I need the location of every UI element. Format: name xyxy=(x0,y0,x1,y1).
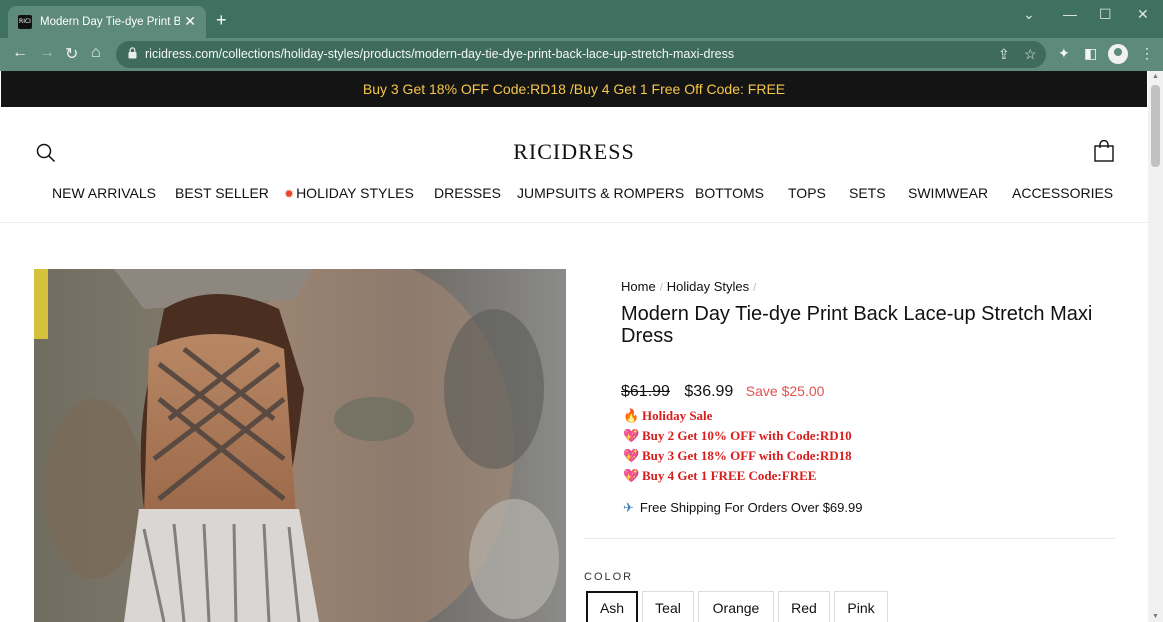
address-bar[interactable]: ricidress.com/collections/holiday-styles… xyxy=(116,41,1046,68)
heart-icon: 💖 xyxy=(623,429,640,444)
breadcrumb-home[interactable]: Home xyxy=(621,279,656,294)
sale-price: $36.99 xyxy=(684,383,734,400)
promo-line: 🔥 Holiday Sale xyxy=(623,408,712,424)
nav-bottoms[interactable]: BOTTOMS xyxy=(695,185,764,201)
browser-chrome: RICI Modern Day Tie-dye Print Back Lace-… xyxy=(0,0,1163,71)
original-price: $61.99 xyxy=(621,383,670,400)
close-window-icon[interactable]: ✕ xyxy=(1137,6,1149,23)
fire-icon: 🔥 xyxy=(623,409,640,424)
side-panel-icon[interactable]: ◧ xyxy=(1084,45,1097,62)
page-scrollbar[interactable]: ▲ ▼ xyxy=(1148,71,1163,622)
browser-tab[interactable]: RICI Modern Day Tie-dye Print Back Lace-… xyxy=(8,6,206,38)
announcement-text: Buy 3 Get 18% OFF Code:RD18 /Buy 4 Get 1… xyxy=(362,81,786,97)
reload-icon[interactable]: ↻ xyxy=(65,44,78,64)
promo-line: 💖 Buy 4 Get 1 FREE Code:FREE xyxy=(623,468,816,484)
share-icon[interactable]: ⇪ xyxy=(998,46,1010,63)
nav-jumpsuits-rompers[interactable]: JUMPSUITS & ROMPERS xyxy=(517,185,684,201)
maximize-icon[interactable]: ☐ xyxy=(1099,6,1112,23)
shipping-info: ✈ Free Shipping For Orders Over $69.99 xyxy=(623,500,862,516)
extensions-icon[interactable]: ✦ xyxy=(1058,45,1070,62)
promo-text: Buy 2 Get 10% OFF with Code:RD10 xyxy=(642,428,852,443)
product-title: Modern Day Tie-dye Print Back Lace-up St… xyxy=(621,303,1093,347)
announcement-bar: Buy 3 Get 18% OFF Code:RD18 /Buy 4 Get 1… xyxy=(1,71,1147,107)
profile-avatar[interactable] xyxy=(1108,44,1128,64)
promo-text: Buy 3 Get 18% OFF with Code:RD18 xyxy=(642,448,852,463)
star-icon: ✹ xyxy=(284,187,295,201)
breadcrumb-holiday-styles[interactable]: Holiday Styles xyxy=(667,279,749,294)
tab-title: Modern Day Tie-dye Print Back Lace-up St… xyxy=(40,16,180,28)
heart-icon: 💖 xyxy=(623,449,640,464)
close-tab-icon[interactable]: ✕ xyxy=(184,13,196,30)
divider xyxy=(584,538,1115,539)
site-logo[interactable]: RICIDRESS xyxy=(0,139,1148,165)
home-icon[interactable]: ⌂ xyxy=(91,44,101,62)
nav-holiday-styles[interactable]: ✹ HOLIDAY STYLES xyxy=(284,185,414,201)
browser-toolbar: ← → ↻ ⌂ ricidress.com/collections/holida… xyxy=(0,38,1163,71)
nav-accessories[interactable]: ACCESSORIES xyxy=(1012,185,1113,201)
minimize-icon[interactable]: — xyxy=(1063,6,1077,22)
lock-icon xyxy=(128,47,137,59)
promo-text: Buy 4 Get 1 FREE Code:FREE xyxy=(642,468,817,483)
promo-text: Holiday Sale xyxy=(642,408,713,423)
new-tab-icon[interactable]: + xyxy=(216,10,227,31)
menu-icon[interactable]: ⋮ xyxy=(1140,45,1154,62)
airplane-icon: ✈ xyxy=(623,500,634,515)
breadcrumb-separator: / xyxy=(753,282,757,294)
site-header: RICIDRESS NEW ARRIVALS BEST SELLER ✹ HOLI… xyxy=(0,107,1148,223)
nav-swimwear[interactable]: SWIMWEAR xyxy=(908,185,988,201)
scroll-down-icon[interactable]: ▼ xyxy=(1152,613,1159,620)
breadcrumb: Home / Holiday Styles / xyxy=(621,279,760,294)
heart-icon: 💖 xyxy=(623,469,640,484)
cart-icon[interactable] xyxy=(1094,140,1114,162)
shipping-text: Free Shipping For Orders Over $69.99 xyxy=(639,500,863,515)
color-option-teal[interactable]: Teal xyxy=(642,591,694,622)
color-option-red[interactable]: Red xyxy=(778,591,830,622)
url-text: ricidress.com/collections/holiday-styles… xyxy=(145,47,735,61)
product-image[interactable] xyxy=(34,269,566,622)
nav-dresses[interactable]: DRESSES xyxy=(434,185,501,201)
breadcrumb-separator: / xyxy=(659,282,663,294)
savings-text: Save $25.00 xyxy=(745,383,825,399)
price-row: $61.99 $36.99 Save $25.00 xyxy=(621,383,824,401)
nav-new-arrivals[interactable]: NEW ARRIVALS xyxy=(52,185,156,201)
color-label: COLOR xyxy=(584,571,634,583)
back-icon[interactable]: ← xyxy=(12,44,28,62)
scroll-up-icon[interactable]: ▲ xyxy=(1152,73,1159,80)
nav-sets[interactable]: SETS xyxy=(849,185,886,201)
color-option-ash[interactable]: Ash xyxy=(586,591,638,622)
bookmark-star-icon[interactable]: ☆ xyxy=(1024,46,1037,63)
page-viewport: Buy 3 Get 18% OFF Code:RD18 /Buy 4 Get 1… xyxy=(0,71,1148,622)
nav-best-seller[interactable]: BEST SELLER xyxy=(175,185,269,201)
color-option-pink[interactable]: Pink xyxy=(834,591,888,622)
scroll-thumb[interactable] xyxy=(1151,85,1160,167)
nav-tops[interactable]: TOPS xyxy=(788,185,826,201)
tab-strip: RICI Modern Day Tie-dye Print Back Lace-… xyxy=(0,0,1163,38)
main-nav: NEW ARRIVALS BEST SELLER ✹ HOLIDAY STYLES… xyxy=(0,185,1148,205)
forward-icon[interactable]: → xyxy=(39,44,55,62)
nav-holiday-styles-label: HOLIDAY STYLES xyxy=(296,185,414,201)
tab-search-icon[interactable]: ⌄ xyxy=(1023,6,1035,23)
promo-line: 💖 Buy 2 Get 10% OFF with Code:RD10 xyxy=(623,428,852,444)
favicon-icon: RICI xyxy=(18,15,32,29)
promo-line: 💖 Buy 3 Get 18% OFF with Code:RD18 xyxy=(623,448,852,464)
color-option-orange[interactable]: Orange xyxy=(698,591,774,622)
